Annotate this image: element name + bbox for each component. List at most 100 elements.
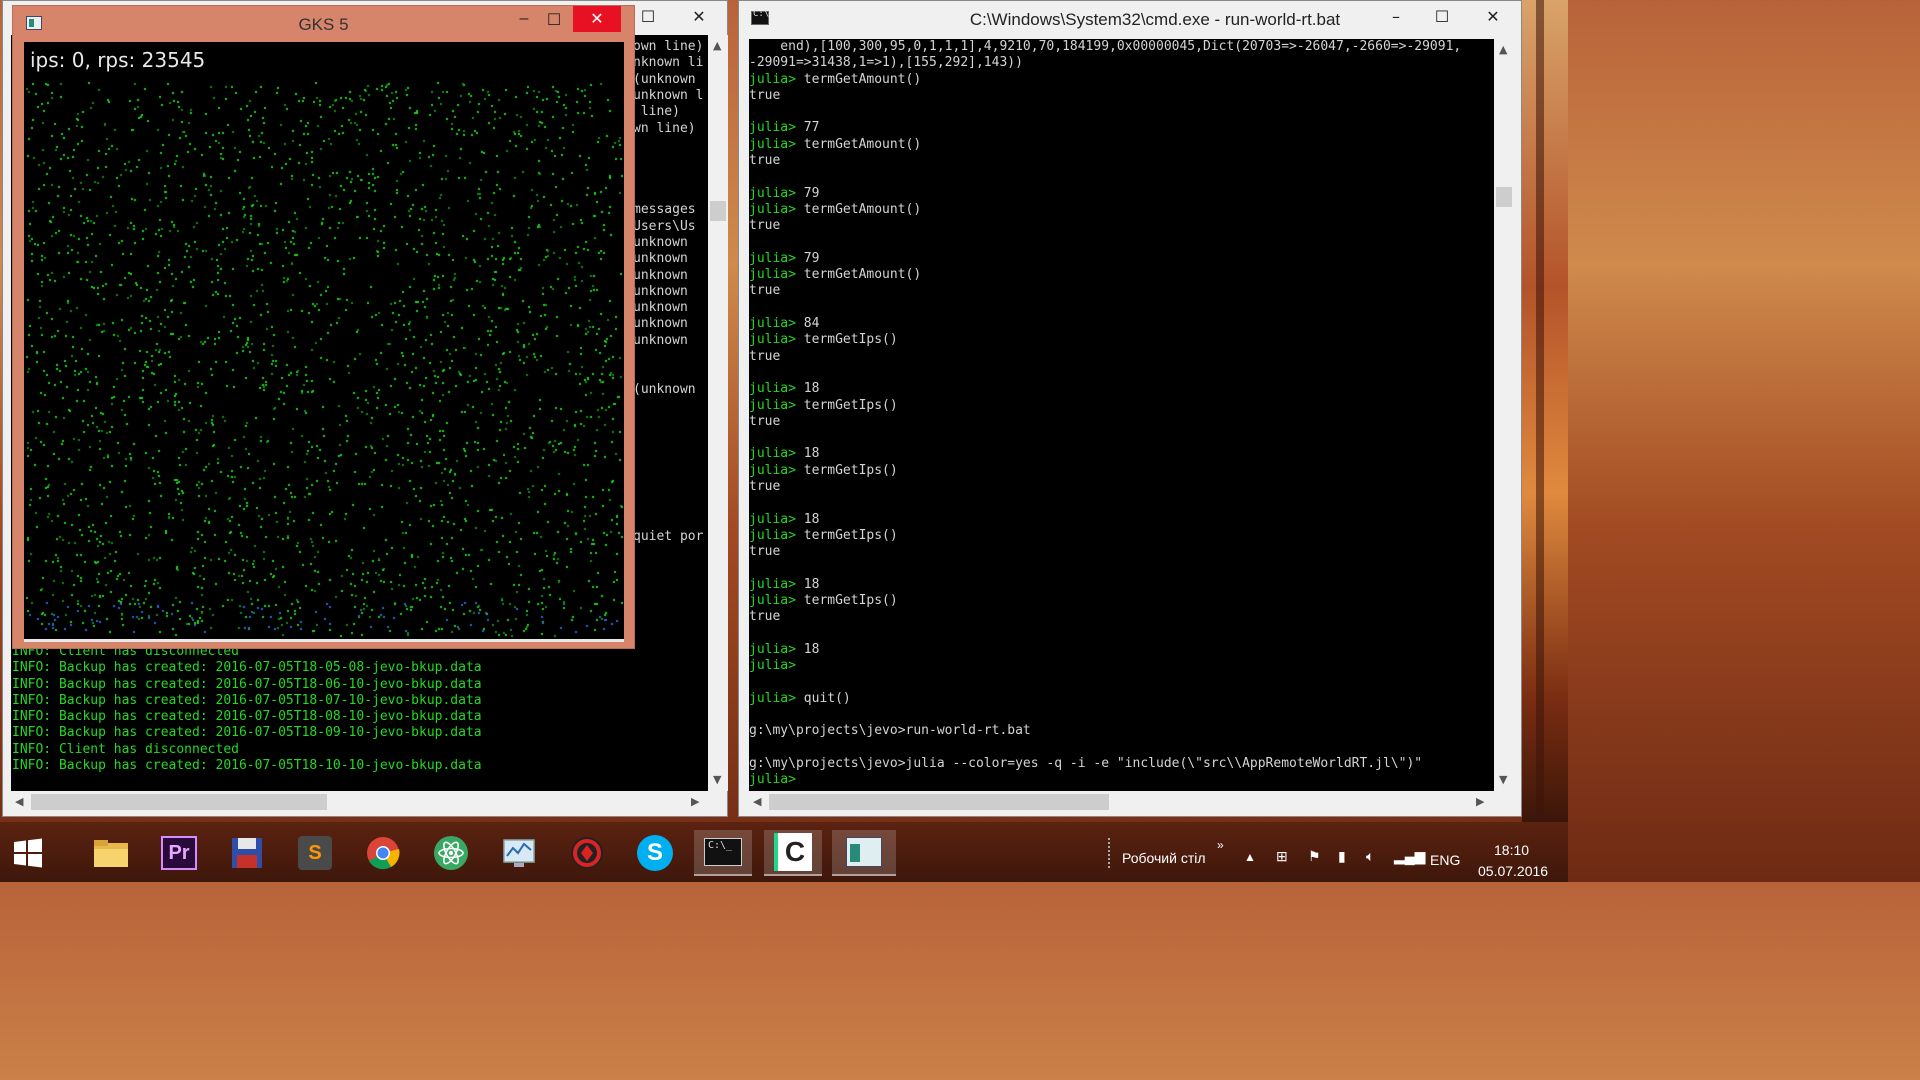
gks-minimize-button[interactable]: – [509, 10, 539, 28]
language-indicator[interactable]: ENG [1430, 852, 1460, 868]
taskbar-app-clion[interactable]: C [764, 830, 822, 876]
server-console-partial-line: (unknown [633, 72, 696, 87]
cmd-line-text: termGetAmount() [795, 71, 922, 87]
cmd-output-line: -29091=>31438,1=>1),[155,292],143)) [749, 55, 1494, 71]
cmd-vscrollbar[interactable]: ▲ ▼ [1494, 39, 1514, 791]
clock-date[interactable]: 05.07.2016 [1478, 863, 1548, 879]
taskbar-app-file-explorer[interactable] [84, 830, 138, 876]
folder-icon [94, 840, 128, 867]
cmd-output-line: true [749, 349, 1494, 365]
server-log-line: INFO: Backup has created: 2016-07-05T18-… [12, 758, 482, 774]
toolbar-expand-icon[interactable]: » [1217, 838, 1224, 852]
taskbar-app-chrome[interactable] [356, 830, 410, 876]
cmd-output-line: julia> [749, 772, 1494, 788]
desktop-toolbar-grip [1108, 838, 1114, 868]
scroll-right-arrow-icon[interactable]: ▶ [1476, 795, 1484, 808]
tray-overflow-icon[interactable]: ▲ [1244, 850, 1256, 864]
network-signal-icon[interactable]: ▂▄▆ [1394, 848, 1425, 865]
julia-prompt: julia> [749, 397, 796, 413]
cmd-output-line [749, 675, 1494, 691]
julia-prompt: julia> [749, 316, 796, 332]
cmd-output-line: julia> 18 [749, 577, 1494, 593]
cmd-line-text: true [749, 479, 781, 495]
scroll-down-arrow-icon[interactable]: ▼ [1499, 773, 1507, 786]
scroll-left-arrow-icon[interactable]: ◀ [15, 795, 23, 808]
server-console-hscrollbar[interactable]: ◀ ▶ [11, 791, 708, 813]
windows-flag-tray-icon[interactable]: ⊞ [1276, 848, 1288, 865]
taskbar-app-gks[interactable] [832, 830, 896, 876]
cmd-close-button[interactable]: ✕ [1465, 1, 1521, 31]
server-console-partial-line: wn line) [633, 121, 696, 136]
taskbar-app-atom[interactable] [424, 830, 478, 876]
server-console-partial-line: line) [633, 104, 680, 119]
cmd-icon: C:\_ [704, 838, 742, 866]
windows-logo-icon [14, 838, 42, 868]
taskbar-app-save[interactable] [220, 830, 274, 876]
cmd-output-line [749, 707, 1494, 723]
server-console-hscroll-thumb[interactable] [31, 794, 327, 810]
cmd-output-line: julia> termGetIps() [749, 332, 1494, 348]
cmd-hscrollbar[interactable]: ◀ ▶ [749, 791, 1494, 813]
server-close-button[interactable]: ✕ [671, 1, 727, 31]
server-console-partial-line: unknown l [633, 88, 704, 103]
server-console-partial-line: own line) [633, 39, 704, 54]
cmd-line-text: termGetIps() [795, 527, 898, 543]
cmd-hscroll-thumb[interactable] [769, 794, 1109, 810]
cmd-output-line [749, 561, 1494, 577]
julia-prompt: julia> [749, 332, 796, 348]
gks-titlebar[interactable]: GKS 5 – ☐ ✕ [13, 6, 634, 42]
taskbar-app-resource-monitor[interactable] [492, 830, 546, 876]
cmd-line-text: true [749, 87, 781, 103]
gks-maximize-button[interactable]: ☐ [539, 10, 569, 30]
server-console-vscrollbar[interactable]: ▲ ▼ [708, 35, 728, 791]
cmd-output-line [749, 169, 1494, 185]
cmd-output-line: julia> termGetAmount() [749, 267, 1494, 283]
scroll-right-arrow-icon[interactable]: ▶ [691, 795, 699, 808]
cmd-vscroll-thumb[interactable] [1496, 187, 1512, 207]
cmd-window: C:\ C:\Windows\System32\cmd.exe - run-wo… [738, 0, 1522, 817]
cmd-line-text: termGetIps() [795, 593, 898, 609]
taskbar-app-cmd[interactable]: C:\_ [694, 830, 752, 876]
julia-prompt: julia> [749, 641, 796, 657]
catalyst-icon [571, 837, 603, 869]
taskbar-app-sublime-text[interactable]: S [288, 830, 342, 876]
cmd-output-line [749, 300, 1494, 316]
monitor-chart-icon [503, 839, 535, 867]
cmd-output-line: true [749, 414, 1494, 430]
clock-time[interactable]: 18:10 [1494, 842, 1529, 858]
cmd-maximize-button[interactable]: ☐ [1419, 1, 1465, 31]
taskbar-app-ati-catalyst[interactable] [560, 830, 614, 876]
volume-icon[interactable]: 🔈︎ [1366, 848, 1374, 865]
scroll-up-arrow-icon[interactable]: ▲ [713, 39, 721, 52]
server-log-line: INFO: Backup has created: 2016-07-05T18-… [12, 676, 482, 692]
server-console-vscroll-thumb[interactable] [710, 201, 726, 221]
cmd-output-line: julia> 79 [749, 251, 1494, 267]
cmd-caption-buttons: – ☐ ✕ [1373, 1, 1521, 31]
cmd-line-text: true [749, 153, 781, 169]
cmd-output-line: julia> termGetAmount() [749, 137, 1494, 153]
scroll-left-arrow-icon[interactable]: ◀ [753, 795, 761, 808]
desktop-toolbar-label[interactable]: Робочий стіл [1122, 850, 1206, 866]
taskbar-app-adobe-premiere[interactable]: Pr [152, 830, 206, 876]
server-console-partial-line: unknown [633, 284, 688, 299]
julia-prompt: julia> [749, 120, 796, 136]
cmd-minimize-button[interactable]: – [1373, 1, 1419, 31]
action-center-flag-icon[interactable]: ⚑ [1308, 848, 1321, 865]
scroll-down-arrow-icon[interactable]: ▼ [713, 773, 721, 786]
battery-icon[interactable]: ▮ [1338, 848, 1346, 865]
server-console-partial-line: unknown [633, 251, 688, 266]
scroll-up-arrow-icon[interactable]: ▲ [1499, 43, 1507, 56]
cmd-output-line: julia> termGetIps() [749, 398, 1494, 414]
julia-prompt: julia> [749, 772, 796, 788]
taskbar-app-skype[interactable]: S [628, 830, 682, 876]
cmd-line-text: 18 [795, 576, 820, 592]
julia-prompt: julia> [749, 527, 796, 543]
cmd-output-line [749, 495, 1494, 511]
cmd-line-text: termGetIps() [795, 397, 898, 413]
start-button[interactable] [0, 830, 56, 876]
gks-close-button[interactable]: ✕ [573, 6, 621, 32]
clion-icon: C [774, 833, 812, 871]
cmd-line-text: termGetIps() [795, 462, 898, 478]
cmd-output-line: julia> 77 [749, 120, 1494, 136]
cmd-output-line [749, 235, 1494, 251]
